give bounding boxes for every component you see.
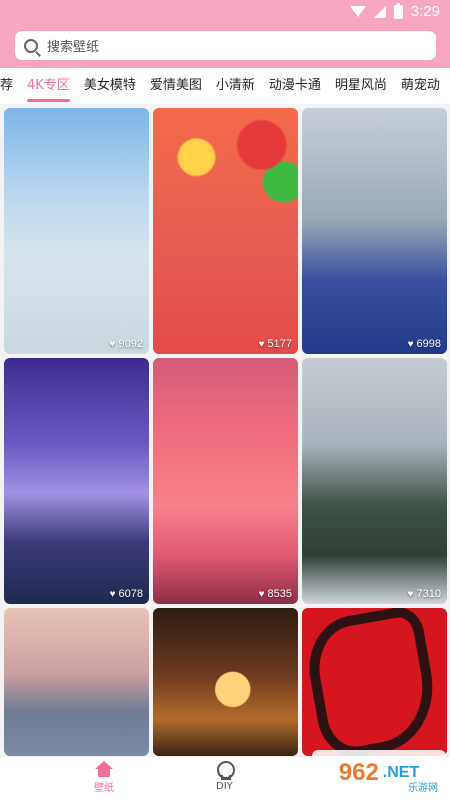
wallpaper-card-baby[interactable]: ♥ 5177	[153, 108, 298, 354]
watermark-number: 962	[338, 759, 379, 786]
battery-icon	[393, 2, 403, 19]
wallpaper-card-hero-mask[interactable]: ♥ 6998	[302, 108, 447, 354]
heart-icon: ♥	[258, 338, 265, 350]
status-time: 3:29	[410, 3, 440, 20]
tab-models[interactable]: 美女模特	[84, 68, 136, 104]
like-count: ♥ 6998	[407, 338, 441, 350]
like-count: ♥ 5177	[258, 338, 292, 350]
site-watermark: 962 .NET 乐游网	[312, 750, 446, 796]
heart-icon: ♥	[407, 588, 414, 600]
nav-wallpaper-label: 壁纸	[94, 783, 114, 794]
header: 3:29 搜索壁纸	[0, 0, 450, 68]
wallpaper-card-purple-sea[interactable]: ♥ 6078	[4, 358, 149, 604]
nav-wallpaper[interactable]: 壁纸	[94, 761, 114, 794]
search-placeholder: 搜索壁纸	[47, 40, 100, 55]
wifi-icon	[349, 6, 366, 17]
category-tabs: 推荐 4K专区 美女模特 爱情美图 小清新 动漫卡通 明星风尚 萌宠动	[0, 68, 440, 104]
heart-icon: ♥	[109, 588, 116, 600]
like-count: ♥ 9092	[109, 338, 143, 350]
tab-4k[interactable]: 4K专区	[27, 68, 70, 104]
search-icon	[24, 38, 38, 53]
tab-pets[interactable]: 萌宠动	[401, 68, 440, 104]
heart-icon: ♥	[258, 588, 265, 600]
like-count: ♥ 8535	[258, 588, 292, 600]
wallpaper-grid: ♥ 9092 ♥ 6078 ♥ 5177 ♥ 8535 ♥ 6998 ♥ 731	[0, 104, 450, 756]
tab-celebrity[interactable]: 明星风尚	[335, 68, 387, 104]
heart-icon: ♥	[109, 338, 116, 350]
wallpaper-card-bulbs[interactable]	[153, 608, 298, 756]
signal-icon	[373, 5, 386, 18]
wallpaper-card-snow-peaks[interactable]	[4, 608, 149, 756]
status-bar: 3:29	[0, 0, 450, 24]
tab-anime[interactable]: 动漫卡通	[269, 68, 321, 104]
watermark-sub: 乐游网	[408, 783, 438, 794]
heart-icon: ♥	[407, 338, 414, 350]
home-icon	[95, 761, 113, 777]
tab-recommend[interactable]: 推荐	[0, 68, 13, 104]
nav-diy[interactable]: DIY	[216, 761, 236, 792]
wallpaper-card-calligraphy[interactable]	[302, 608, 447, 756]
wallpaper-card-cathedral[interactable]: ♥ 9092	[4, 108, 149, 354]
like-count: ♥ 6078	[109, 588, 143, 600]
nav-diy-label: DIY	[216, 781, 233, 792]
tab-love[interactable]: 爱情美图	[150, 68, 202, 104]
like-count: ♥ 7310	[407, 588, 441, 600]
tab-fresh[interactable]: 小清新	[216, 68, 255, 104]
wallpaper-card-red-sunset[interactable]: ♥ 8535	[153, 358, 298, 604]
search-bar[interactable]: 搜索壁纸	[15, 31, 436, 60]
calligraphy-stroke	[302, 608, 444, 756]
bulb-icon	[216, 761, 236, 780]
wallpaper-card-mountain-lake[interactable]: ♥ 7310	[302, 358, 447, 604]
